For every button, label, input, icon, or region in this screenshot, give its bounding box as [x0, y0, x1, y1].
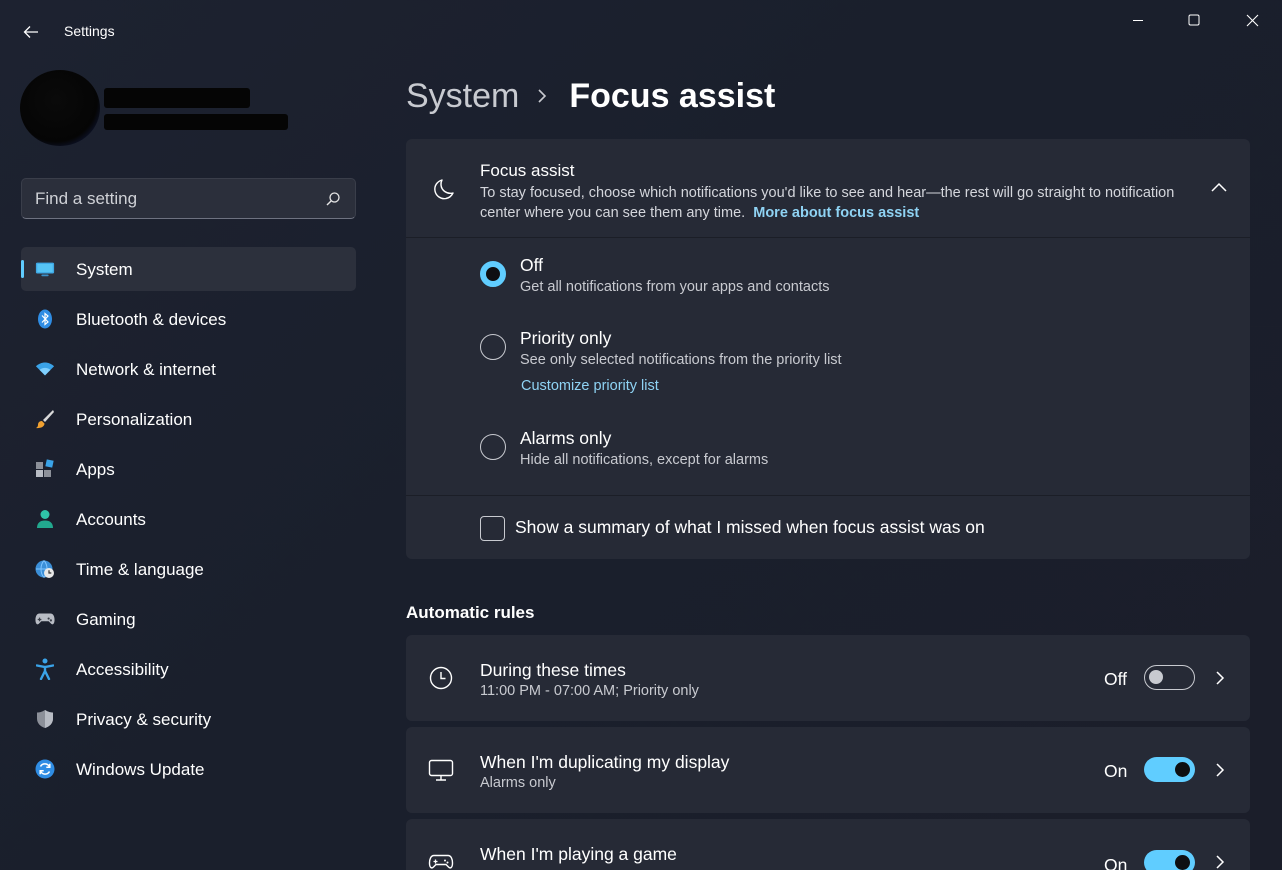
option-description: Hide all notifications, except for alarm…: [520, 452, 769, 468]
toggle-state-label: On: [1104, 761, 1128, 781]
sidebar-item-label: Accounts: [76, 510, 146, 529]
back-arrow-icon: [23, 26, 38, 38]
sidebar-item-label: Personalization: [76, 410, 193, 429]
option-label: Alarms only: [520, 428, 612, 448]
sidebar-item-label: Bluetooth & devices: [76, 310, 227, 329]
radio-off[interactable]: [480, 261, 506, 287]
moon-icon: [434, 179, 454, 200]
customize-priority-list-link[interactable]: Customize priority list: [521, 378, 659, 394]
sidebar-item-label: Network & internet: [76, 360, 216, 379]
summary-checkbox-label[interactable]: Show a summary of what I missed when foc…: [515, 517, 985, 538]
sidebar-item-windows-update[interactable]: Windows Update: [21, 747, 356, 791]
update-icon: [35, 759, 55, 779]
avatar[interactable]: [20, 70, 100, 146]
chevron-right-icon: [537, 88, 547, 104]
profile-name-redacted: [104, 88, 250, 108]
rule-title: When I'm playing a game: [480, 844, 677, 864]
sidebar-item-label: Privacy & security: [76, 710, 212, 729]
maximize-icon: [1188, 14, 1200, 26]
paintbrush-icon: [35, 409, 55, 429]
sidebar-nav: System Bluetooth & devices Network & int…: [21, 247, 356, 797]
rule-title: During these times: [480, 660, 626, 680]
option-label: Priority only: [520, 328, 612, 348]
rule-subtitle: Alarms only: [480, 775, 556, 791]
shield-icon: [35, 709, 55, 729]
sidebar-item-network[interactable]: Network & internet: [21, 347, 356, 391]
chevron-right-icon[interactable]: [1212, 853, 1228, 870]
radio-alarms-only[interactable]: [480, 434, 506, 460]
rule-toggle-duplicating-display[interactable]: [1144, 757, 1195, 782]
rule-subtitle: 11:00 PM - 07:00 AM; Priority only: [480, 683, 699, 699]
chevron-right-icon[interactable]: [1212, 669, 1228, 687]
toggle-state-label: On: [1104, 855, 1128, 870]
sidebar-item-label: Apps: [76, 460, 115, 479]
option-description: See only selected notifications from the…: [520, 352, 842, 368]
maximize-button[interactable]: [1166, 0, 1222, 40]
accessibility-icon: [35, 658, 55, 680]
gamepad-icon: [428, 854, 454, 869]
bluetooth-icon: [35, 309, 55, 329]
title-bar: Settings: [0, 0, 1282, 62]
search-icon[interactable]: [325, 191, 341, 207]
sidebar-item-accounts[interactable]: Accounts: [21, 497, 356, 541]
sidebar-item-accessibility[interactable]: Accessibility: [21, 647, 356, 691]
radio-priority-only[interactable]: [480, 334, 506, 360]
person-icon: [35, 509, 55, 529]
toggle-knob: [1175, 762, 1190, 777]
back-button[interactable]: [14, 18, 48, 46]
summary-row: Show a summary of what I missed when foc…: [406, 495, 1250, 559]
page-title: Focus assist: [569, 76, 776, 115]
sidebar-item-time-language[interactable]: Time & language: [21, 547, 356, 591]
rule-playing-game[interactable]: When I'm playing a game On: [406, 819, 1250, 870]
summary-checkbox[interactable]: [480, 516, 505, 541]
close-icon: [1246, 14, 1258, 26]
sidebar-item-label: Time & language: [76, 560, 204, 579]
apps-icon: [35, 459, 55, 479]
sidebar-item-label: Windows Update: [76, 760, 205, 779]
chevron-right-icon[interactable]: [1212, 761, 1228, 779]
toggle-state-label: Off: [1104, 669, 1128, 689]
option-description: Get all notifications from your apps and…: [520, 279, 830, 295]
focus-assist-card: Focus assist To stay focused, choose whi…: [406, 139, 1250, 559]
gamepad-icon: [35, 609, 55, 629]
wifi-icon: [35, 359, 55, 379]
rule-toggle-playing-game[interactable]: [1144, 850, 1195, 870]
chevron-up-icon[interactable]: [1210, 179, 1228, 197]
app-title: Settings: [64, 23, 115, 39]
search-box[interactable]: [21, 178, 356, 219]
focus-assist-description: To stay focused, choose which notificati…: [480, 183, 1180, 223]
sidebar-item-label: System: [76, 260, 133, 279]
minimize-button[interactable]: [1110, 0, 1166, 40]
monitor-icon: [428, 759, 454, 781]
more-about-focus-assist-link[interactable]: More about focus assist: [753, 205, 919, 221]
focus-assist-title: Focus assist: [480, 161, 575, 180]
breadcrumb: System Focus assist: [406, 74, 775, 118]
sidebar-item-system[interactable]: System: [21, 247, 356, 291]
minimize-icon: [1133, 20, 1143, 21]
option-label: Off: [520, 255, 544, 275]
sidebar-item-label: Gaming: [76, 610, 136, 629]
sidebar-item-personalization[interactable]: Personalization: [21, 397, 356, 441]
rule-title: When I'm duplicating my display: [480, 752, 730, 772]
close-button[interactable]: [1224, 0, 1280, 40]
sidebar-item-gaming[interactable]: Gaming: [21, 597, 356, 641]
sidebar-item-apps[interactable]: Apps: [21, 447, 356, 491]
rule-duplicating-display[interactable]: When I'm duplicating my display Alarms o…: [406, 727, 1250, 813]
clock-icon: [429, 666, 453, 690]
breadcrumb-parent[interactable]: System: [406, 77, 519, 116]
rule-toggle-during-these-times[interactable]: [1144, 665, 1195, 690]
sidebar-item-bluetooth[interactable]: Bluetooth & devices: [21, 297, 356, 341]
profile-email-redacted: [104, 114, 288, 130]
sidebar-item-label: Accessibility: [76, 660, 169, 679]
rule-during-these-times[interactable]: During these times 11:00 PM - 07:00 AM; …: [406, 635, 1250, 721]
globe-clock-icon: [35, 559, 55, 579]
monitor-icon: [35, 259, 55, 279]
search-input[interactable]: [35, 189, 315, 209]
settings-window: Settings System Bluetooth & devic: [0, 0, 1282, 870]
automatic-rules-heading: Automatic rules: [406, 603, 535, 622]
toggle-knob: [1175, 855, 1190, 870]
toggle-knob: [1149, 670, 1163, 684]
focus-assist-header[interactable]: Focus assist To stay focused, choose whi…: [406, 139, 1250, 238]
sidebar-item-privacy-security[interactable]: Privacy & security: [21, 697, 356, 741]
